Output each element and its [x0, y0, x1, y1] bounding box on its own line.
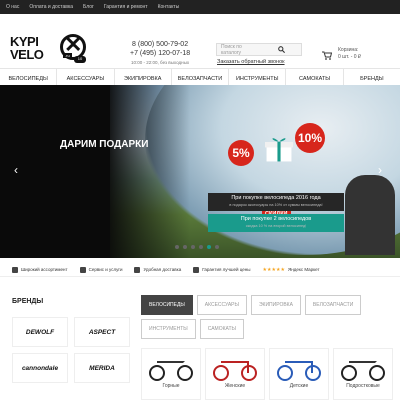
slider-dot-active[interactable] [207, 245, 211, 249]
slider-prev-icon[interactable]: ‹ [14, 163, 18, 177]
product-women[interactable]: Женские [205, 348, 265, 400]
brands-section: БРЕНДЫ DEWOLF ASPECT cannondale MERIDA [12, 298, 130, 383]
slider-dot[interactable] [183, 245, 187, 249]
promo-block: При покупке велосипеда 2016 года в подар… [208, 193, 344, 235]
top-link-contacts[interactable]: Контакты [158, 4, 180, 10]
top-link-blog[interactable]: Блог [83, 4, 94, 10]
feature-label: Широкий ассортимент [21, 267, 68, 272]
tab-accessories[interactable]: АКСЕССУАРЫ [196, 295, 247, 315]
brand-merida[interactable]: MERIDA [74, 353, 130, 383]
feature-delivery: Удобная доставка [134, 266, 182, 273]
phones-block: 8 (800) 500-79-02 +7 (495) 120-07-18 10:… [130, 40, 190, 67]
bike-icon [340, 353, 386, 381]
top-bar: О нас Оплата и доставка Блог Гарантия и … [0, 0, 400, 14]
stars-icon: ★★★★★ [262, 266, 285, 273]
tab-equipment[interactable]: ЭКИПИРОВКА [250, 295, 301, 315]
slider-dot[interactable] [215, 245, 219, 249]
truck-icon [134, 266, 141, 273]
product-label: Подростковые [346, 383, 380, 389]
brands-title: БРЕНДЫ [12, 298, 44, 305]
tab-parts[interactable]: ВЕЛОЗАПЧАСТИ [304, 295, 362, 315]
promo-two-bikes-note: скидка 10 % на второй велосипед! [245, 224, 307, 228]
brand-dewolf[interactable]: DEWOLF [12, 317, 68, 347]
feature-yandex[interactable]: ★★★★★ Яндекс Маркет [263, 267, 320, 273]
bike-icon [148, 353, 194, 381]
product-label: Детские [289, 383, 309, 389]
promo-two-bikes[interactable]: При покупке 2 велосипедов скидка 10 % на… [208, 214, 344, 232]
feature-service: Сервис и услуги [79, 266, 123, 273]
hero-title: ДАРИМ ПОДАРКИ [60, 139, 149, 150]
cart-widget[interactable]: Корзина: 0 шт. - 0 ₽ [322, 47, 361, 65]
working-hours: 10:00 - 22:00, без выходных [131, 60, 190, 65]
phone-2[interactable]: +7 (495) 120-07-18 [130, 49, 190, 58]
promo-two-bikes-text: При покупке 2 велосипедов [240, 216, 312, 222]
list-icon [12, 266, 18, 273]
promo-bike-2016-text: При покупке велосипеда 2016 года [231, 195, 321, 201]
top-link-about[interactable]: О нас [6, 4, 19, 10]
slider-dot[interactable] [191, 245, 195, 249]
product-mountain[interactable]: Горные [141, 348, 201, 400]
product-label: Женские [224, 383, 246, 389]
callback-link[interactable]: Заказать обратный звонок [217, 59, 285, 65]
logo-badge: 10 [74, 56, 86, 63]
top-link-warranty[interactable]: Гарантия и ремонт [104, 4, 148, 10]
bike-icon [276, 353, 322, 381]
slider-dots [175, 245, 219, 249]
gift-icon [265, 138, 293, 162]
slider-dot[interactable] [175, 245, 179, 249]
feature-label: Гарантия лучшей цены [202, 267, 251, 272]
brand-cannondale[interactable]: cannondale [12, 353, 68, 383]
discount-10-badge: 10% [295, 123, 325, 153]
header: KYPI VELO ✕ .ru 10 8 (800) 500-79-02 +7 … [0, 14, 400, 68]
hero-rider-image [345, 175, 395, 255]
product-label: Горные [162, 383, 180, 389]
feature-label: Яндекс Маркет [287, 267, 320, 272]
hero-slider[interactable]: ДАРИМ ПОДАРКИ ‹ › СКИДКИ 5% 10% При поку… [0, 85, 400, 258]
site-logo[interactable]: KYPI VELO ✕ .ru 10 [8, 32, 94, 66]
search-placeholder: Поиск по каталогу [221, 43, 242, 56]
search-icon[interactable] [261, 45, 301, 55]
cart-icon [322, 47, 333, 65]
logo-text-velo: VELO [10, 47, 44, 62]
tab-tools[interactable]: ИНСТРУМЕНТЫ [141, 319, 196, 339]
hero-dark-overlay [0, 85, 190, 258]
slider-next-icon[interactable]: › [378, 163, 382, 177]
feature-label: Удобная доставка [143, 267, 182, 272]
product-teen[interactable]: Подростковые [333, 348, 393, 400]
phone-1[interactable]: 8 (800) 500-79-02 [130, 40, 190, 49]
cart-title: Корзина: [338, 47, 359, 53]
brand-aspect[interactable]: ASPECT [74, 317, 130, 347]
search-input[interactable]: Поиск по каталогу [216, 43, 302, 56]
bike-icon [212, 353, 258, 381]
product-kids[interactable]: Детские [269, 348, 329, 400]
promo-bike-2016-note: в подарок аксессуары на 10% от суммы вел… [229, 203, 323, 207]
cart-value: 0 шт. - 0 ₽ [338, 54, 362, 60]
feature-best-price: Гарантия лучшей цены [193, 266, 251, 273]
category-tabs: ВЕЛОСИПЕДЫ АКСЕССУАРЫ ЭКИПИРОВКА ВЕЛОЗАП… [141, 295, 389, 343]
features-bar: Широкий ассортимент Сервис и услуги Удоб… [0, 263, 400, 277]
discount-5-badge: 5% [228, 140, 254, 166]
tab-bicycles[interactable]: ВЕЛОСИПЕДЫ [141, 295, 193, 315]
feature-label: Сервис и услуги [88, 267, 123, 272]
logo-ru: .ru [63, 53, 72, 58]
ruble-icon [193, 266, 200, 273]
tab-scooters[interactable]: САМОКАТЫ [199, 319, 244, 339]
product-categories: Горные Женские Детские Подростковые [141, 348, 393, 400]
top-link-payment[interactable]: Оплата и доставка [29, 4, 73, 10]
wrench-icon [79, 266, 86, 273]
promo-bike-2016[interactable]: При покупке велосипеда 2016 года в подар… [208, 193, 344, 211]
feature-assortment: Широкий ассортимент [12, 266, 68, 273]
slider-dot[interactable] [199, 245, 203, 249]
